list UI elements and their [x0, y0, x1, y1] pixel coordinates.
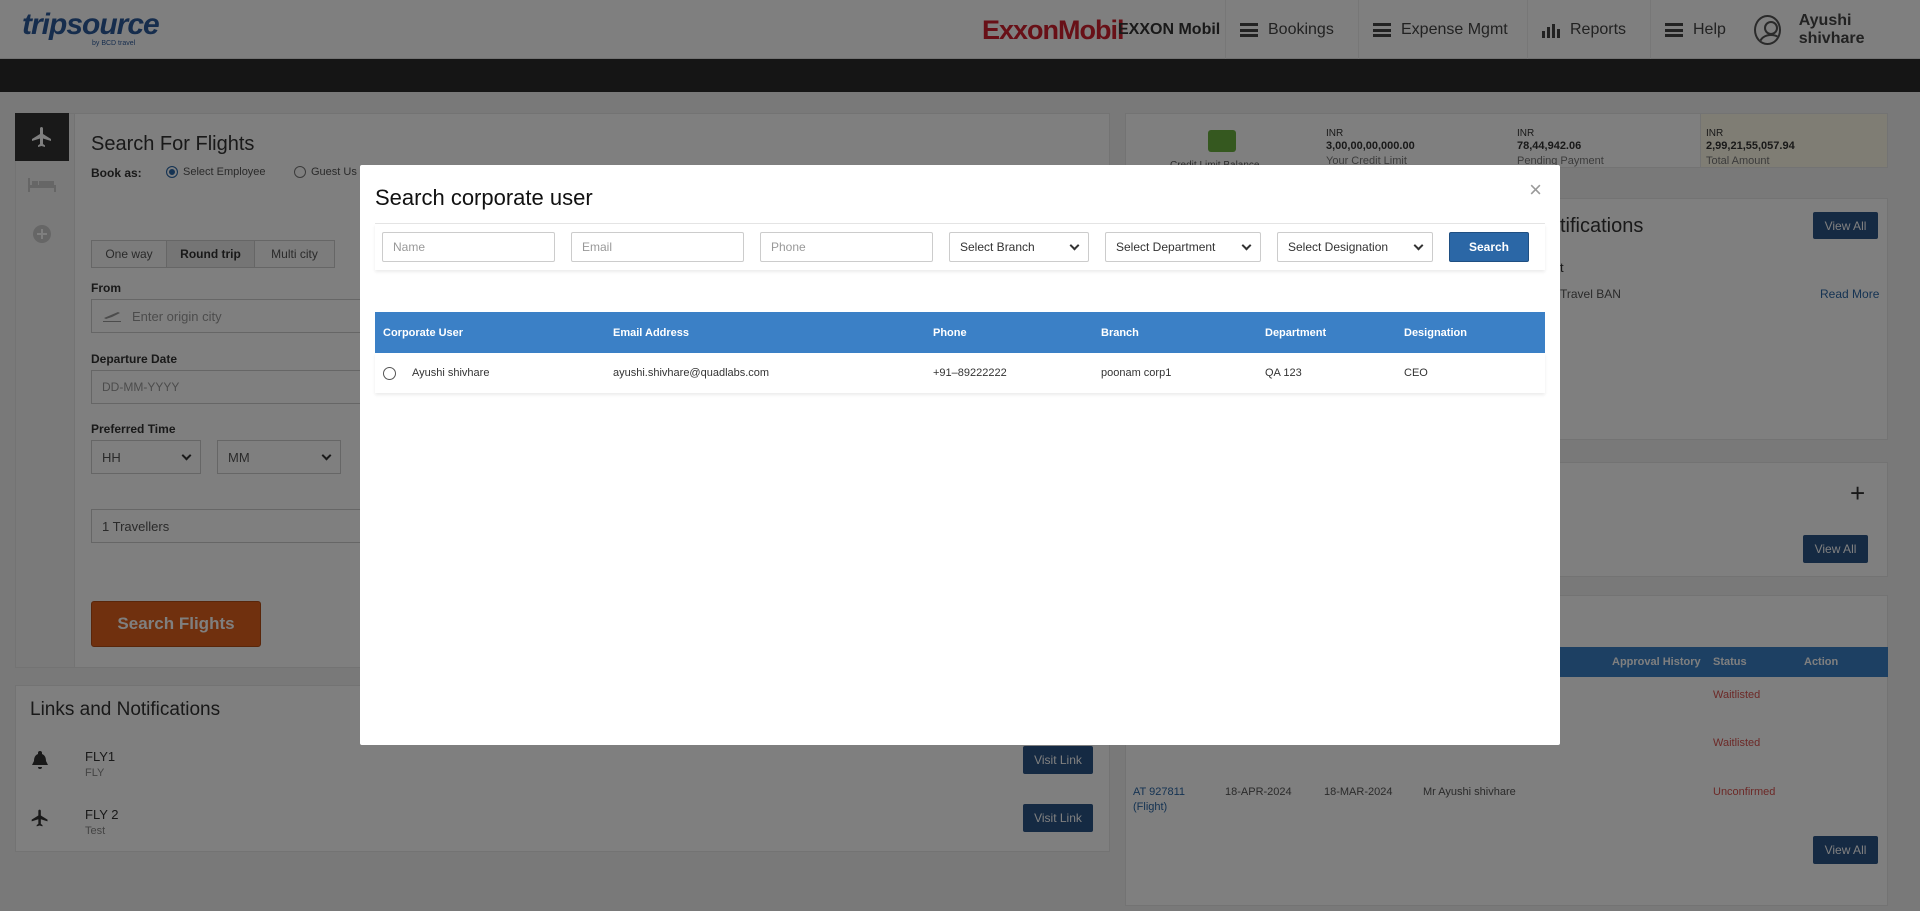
branch-select[interactable]: Select Branch — [949, 232, 1089, 262]
chevron-down-icon — [1241, 240, 1252, 250]
name-input[interactable] — [382, 232, 555, 262]
designation-select[interactable]: Select Designation — [1277, 232, 1433, 262]
col-branch: Branch — [1101, 326, 1139, 339]
table-row[interactable]: Ayushi shivhare ayushi.shivhare@quadlabs… — [375, 353, 1545, 393]
table-header: Corporate User Email Address Phone Branc… — [375, 312, 1545, 353]
filter-bar: Select Branch Select Department Select D… — [375, 224, 1545, 270]
select-value: Select Designation — [1288, 240, 1389, 254]
select-value: Select Branch — [960, 240, 1035, 254]
phone-cell: +91–89222222 — [933, 367, 1007, 379]
chevron-down-icon — [1413, 240, 1424, 250]
select-value: Select Department — [1116, 240, 1216, 254]
user-name-cell: Ayushi shivhare — [412, 367, 490, 379]
col-phone: Phone — [933, 326, 967, 339]
close-icon[interactable]: × — [1529, 177, 1542, 203]
col-designation: Designation — [1404, 326, 1467, 339]
modal-title: Search corporate user — [375, 185, 593, 210]
user-cell: Ayushi shivhare — [375, 366, 613, 380]
col-corporate-user: Corporate User — [383, 326, 464, 339]
search-corporate-user-modal: Search corporate user × Select Branch Se… — [360, 165, 1560, 745]
phone-input[interactable] — [760, 232, 933, 262]
col-email: Email Address — [613, 326, 690, 339]
chevron-down-icon — [1069, 240, 1080, 250]
select-user-radio[interactable] — [383, 366, 396, 380]
col-department: Department — [1265, 326, 1327, 339]
designation-cell: CEO — [1404, 367, 1428, 379]
department-select[interactable]: Select Department — [1105, 232, 1261, 262]
search-button[interactable]: Search — [1449, 232, 1529, 262]
department-cell: QA 123 — [1265, 367, 1302, 379]
branch-cell: poonam corp1 — [1101, 367, 1172, 379]
email-input[interactable] — [571, 232, 744, 262]
corporate-user-table: Corporate User Email Address Phone Branc… — [375, 312, 1545, 393]
email-cell: ayushi.shivhare@quadlabs.com — [613, 367, 770, 379]
